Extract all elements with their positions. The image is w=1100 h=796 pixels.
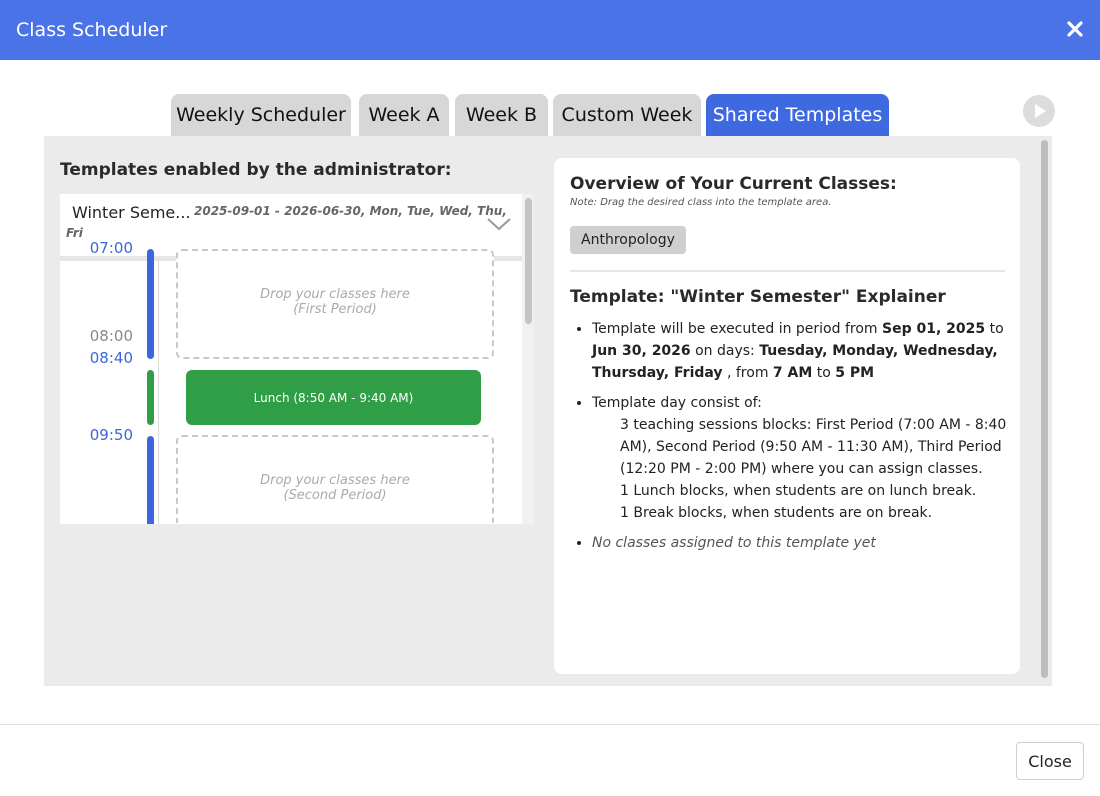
tab-weekly-scheduler[interactable]: Weekly Scheduler xyxy=(171,94,351,136)
drop-zone-period: (Second Period) xyxy=(283,488,387,503)
drop-zone-period: (First Period) xyxy=(293,302,377,317)
break-blocks: 1 Break blocks, when students are on bre… xyxy=(620,505,933,521)
template-scrollbar[interactable] xyxy=(522,194,534,524)
time-label: 07:00 xyxy=(89,239,133,257)
empty-message: No classes assigned to this template yet xyxy=(592,535,876,551)
list-item: No classes assigned to this template yet xyxy=(592,532,1032,554)
explainer-list: Template will be executed in period from… xyxy=(570,318,1032,562)
close-icon[interactable] xyxy=(1066,20,1084,38)
title-bar: Class Scheduler xyxy=(0,0,1100,60)
play-button[interactable] xyxy=(1023,95,1055,127)
panel-scrollbar-thumb[interactable] xyxy=(1041,140,1048,678)
overview-card: Overview of Your Current Classes: Note: … xyxy=(554,158,1020,674)
class-chip[interactable]: Anthropology xyxy=(570,226,686,254)
drop-zone-text: Drop your classes here xyxy=(260,287,410,302)
time-label: 08:00 xyxy=(89,327,133,345)
teaching-blocks: 3 teaching sessions blocks: First Period… xyxy=(620,417,1007,477)
template-dates: 2025-09-01 - 2026-06-30, Mon, Tue, Wed, … xyxy=(194,204,507,218)
overview-title: Overview of Your Current Classes: xyxy=(570,174,897,194)
lunch-bar xyxy=(147,370,154,425)
drop-zone-first-period[interactable]: Drop your classes here (First Period) xyxy=(176,249,494,359)
list-item: Template day consist of: 3 teaching sess… xyxy=(592,392,1032,524)
tab-week-b[interactable]: Week B xyxy=(455,94,548,136)
period-bar xyxy=(147,249,154,359)
chevron-down-icon[interactable] xyxy=(486,216,512,232)
window-title: Class Scheduler xyxy=(16,19,168,41)
template-dates-wrap: Fri xyxy=(66,226,83,240)
tab-week-a[interactable]: Week A xyxy=(359,94,449,136)
tab-shared-templates[interactable]: Shared Templates xyxy=(706,94,889,136)
list-item: Template will be executed in period from… xyxy=(592,318,1032,384)
divider xyxy=(570,270,1005,272)
lunch-blocks: 1 Lunch blocks, when students are on lun… xyxy=(620,483,977,499)
drop-zone-text: Drop your classes here xyxy=(260,473,410,488)
footer-divider xyxy=(0,724,1100,725)
period-bar xyxy=(147,436,154,524)
timeline-line xyxy=(158,259,159,524)
close-button[interactable]: Close xyxy=(1016,742,1084,780)
overview-note: Note: Drag the desired class into the te… xyxy=(570,197,832,208)
explainer-title: Template: "Winter Semester" Explainer xyxy=(570,287,946,307)
template-scrollbar-thumb[interactable] xyxy=(525,198,532,324)
lunch-block: Lunch (8:50 AM - 9:40 AM) xyxy=(186,370,481,425)
templates-heading: Templates enabled by the administrator: xyxy=(60,160,452,180)
play-icon xyxy=(1035,104,1046,118)
template-name: Winter Seme... xyxy=(72,203,191,222)
panel-scrollbar[interactable] xyxy=(1040,138,1049,682)
tab-custom-week[interactable]: Custom Week xyxy=(553,94,701,136)
time-label: 09:50 xyxy=(89,426,133,444)
drop-zone-second-period[interactable]: Drop your classes here (Second Period) xyxy=(176,435,494,523)
time-label: 08:40 xyxy=(89,349,133,367)
